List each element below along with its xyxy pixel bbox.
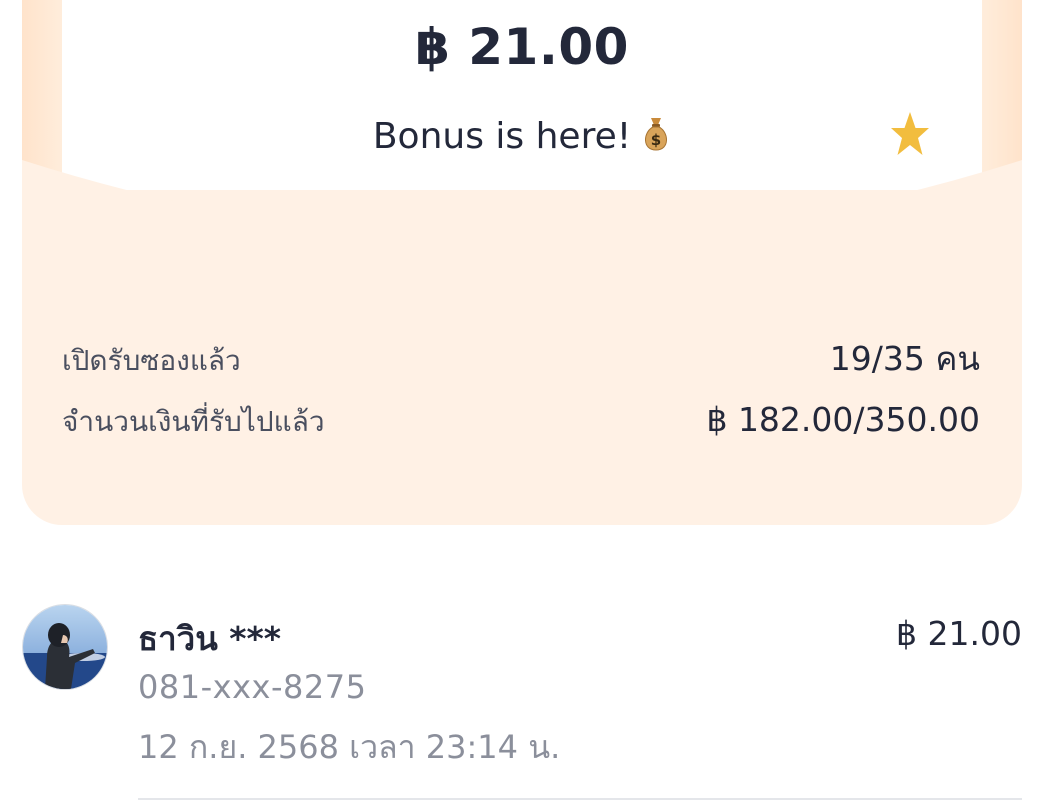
- receiver-amount: ฿ 21.00: [896, 614, 1022, 653]
- stat-amount-row: จำนวนเงินที่รับไปแล้ว ฿ 182.00/350.00: [62, 400, 980, 444]
- list-divider: [138, 798, 1022, 800]
- bonus-message: Bonus is here!: [372, 116, 632, 157]
- receiver-timestamp: 12 ก.ย. 2568 เวลา 23:14 น.: [138, 728, 561, 766]
- avatar: [22, 604, 108, 690]
- avatar-image: [23, 605, 107, 689]
- receiver-name: ธาวิน ***: [138, 619, 282, 658]
- stat-amount-value: ฿ 182.00/350.00: [706, 400, 980, 439]
- red-envelope-summary-card: ฿ 21.00 Bonus is here! $ เปิดรับซองแล้ว …: [22, 0, 1022, 525]
- stat-opened-value: 19/35 คน: [829, 339, 980, 378]
- stat-amount-label: จำนวนเงินที่รับไปแล้ว: [62, 405, 325, 438]
- moneybag-icon: $: [645, 118, 668, 151]
- stat-opened-label: เปิดรับซองแล้ว: [62, 344, 241, 377]
- stat-opened-row: เปิดรับซองแล้ว 19/35 คน: [62, 332, 980, 385]
- receiver-phone: 081-xxx-8275: [138, 668, 367, 706]
- star-icon: [891, 112, 929, 155]
- svg-text:$: $: [651, 131, 661, 149]
- receiver-list-item[interactable]: ธาวิน *** 081-xxx-8275 12 ก.ย. 2568 เวลา…: [22, 604, 1022, 804]
- bonus-message-row: Bonus is here! $: [22, 116, 1022, 157]
- bonus-amount: ฿ 21.00: [415, 18, 629, 76]
- page: ฿ 21.00 Bonus is here! $ เปิดรับซองแล้ว …: [0, 0, 1044, 810]
